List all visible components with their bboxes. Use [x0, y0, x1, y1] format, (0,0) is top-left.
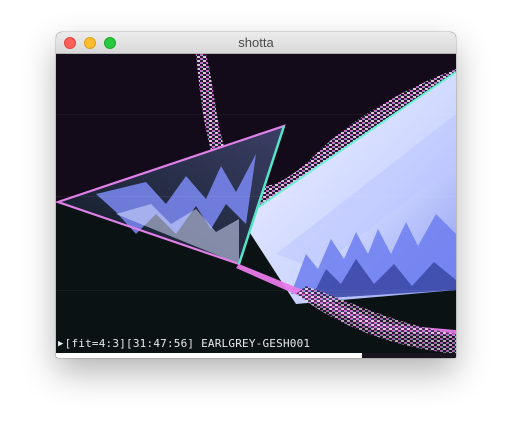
progress-fill: [56, 353, 362, 358]
title-bar[interactable]: shotta: [56, 32, 456, 54]
video-frame-artwork: [56, 54, 456, 358]
window-title: shotta: [238, 35, 274, 50]
player-window: shotta ▶[fit=4:3][31:47:56] EARLGREY-GES…: [56, 32, 456, 358]
video-frame[interactable]: ▶[fit=4:3][31:47:56] EARLGREY-GESH001: [56, 54, 456, 358]
osd-status-line: ▶[fit=4:3][31:47:56] EARLGREY-GESH001: [58, 337, 310, 351]
osd-text: [fit=4:3][31:47:56] EARLGREY-GESH001: [64, 337, 311, 350]
play-icon[interactable]: ▶: [58, 337, 64, 351]
progress-bar[interactable]: [56, 353, 456, 358]
